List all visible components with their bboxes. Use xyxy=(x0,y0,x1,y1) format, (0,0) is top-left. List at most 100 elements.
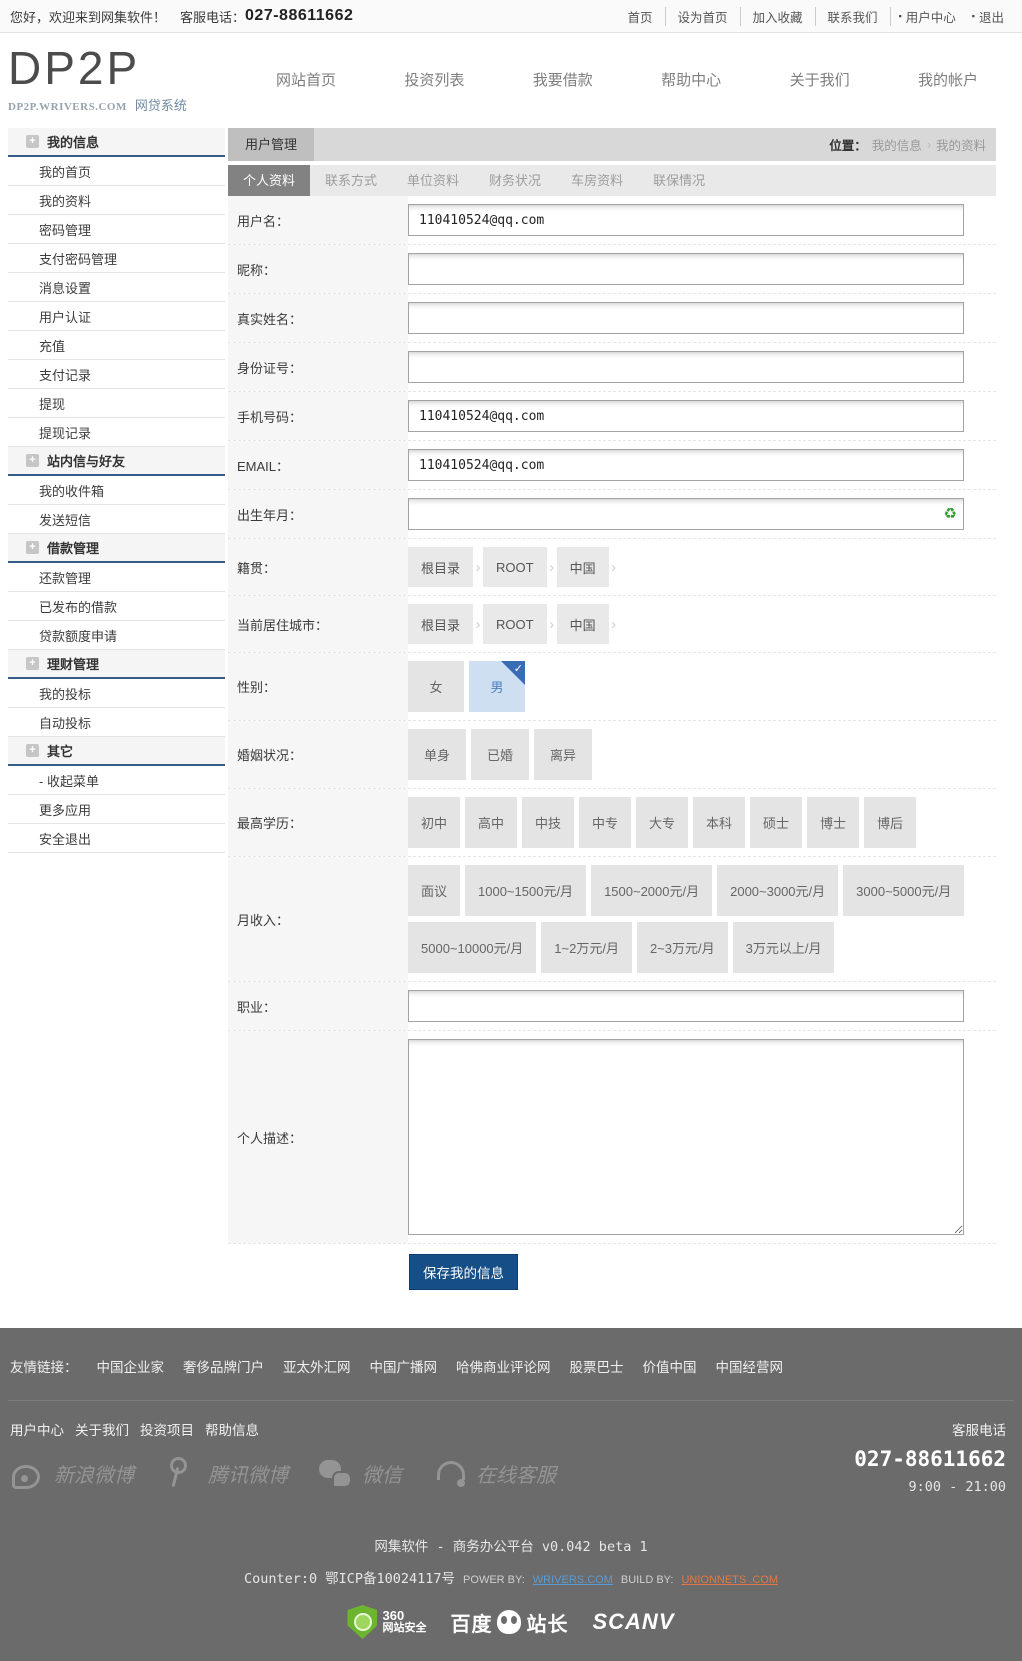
sidebar-item[interactable]: + 安全退出 xyxy=(8,824,225,853)
profile-tab[interactable]: 单位资料 xyxy=(392,165,474,196)
date-picker-icon[interactable]: ♻ xyxy=(944,507,957,522)
city-path-button[interactable]: ROOT xyxy=(483,604,547,644)
sidebar-item[interactable]: + 更多应用 xyxy=(8,795,225,824)
occupation-input[interactable] xyxy=(408,990,964,1022)
sidebar-item[interactable]: + 已发布的借款 xyxy=(8,592,225,621)
sidebar-item[interactable]: + 我的首页 xyxy=(8,157,225,186)
profile-tab[interactable]: 车房资料 xyxy=(556,165,638,196)
education-option[interactable]: 中技 xyxy=(522,797,574,848)
income-option[interactable]: 3000~5000元/月 xyxy=(843,865,964,916)
friend-link[interactable]: 哈佛商业评论网 xyxy=(456,1356,551,1376)
topbar-link[interactable]: 加入收藏 xyxy=(741,7,816,26)
education-option[interactable]: 本科 xyxy=(693,797,745,848)
sidebar-item[interactable]: + 提现记录 xyxy=(8,418,225,447)
social-link[interactable]: 腾讯微博 xyxy=(164,1455,288,1491)
save-button[interactable]: 保存我的信息 xyxy=(409,1254,518,1290)
sidebar-item[interactable]: + 发送短信 xyxy=(8,505,225,534)
profile-tab[interactable]: 财务状况 xyxy=(474,165,556,196)
friend-link[interactable]: 股票巴士 xyxy=(570,1356,624,1376)
nav-item[interactable]: 帮助中心 xyxy=(661,69,721,90)
nav-item[interactable]: 投资列表 xyxy=(404,69,464,90)
marital-option[interactable]: 单身 xyxy=(408,729,466,780)
sidebar-item[interactable]: + 用户认证 xyxy=(8,302,225,331)
realname-input[interactable] xyxy=(408,302,964,334)
topbar-link[interactable]: 首页 xyxy=(616,7,666,26)
sidebar-item[interactable]: + 我的资料 xyxy=(8,186,225,215)
social-link[interactable]: 新浪微博 xyxy=(10,1455,134,1491)
sidebar-item[interactable]: + 站内信与好友 xyxy=(8,447,225,476)
marital-option[interactable]: 离异 xyxy=(534,729,592,780)
power-by-link[interactable]: WRIVERS.COM xyxy=(533,1574,613,1586)
nav-item[interactable]: 网站首页 xyxy=(276,69,336,90)
topbar-link[interactable]: 联系我们 xyxy=(816,7,891,26)
city-path-button[interactable]: 中国 xyxy=(557,604,609,644)
sidebar-item[interactable]: + 贷款额度申请 xyxy=(8,621,225,650)
sidebar-item[interactable]: + 我的信息 xyxy=(8,128,225,157)
topbar-link[interactable]: 设为首页 xyxy=(666,7,741,26)
badge-baidu-zhanzhang[interactable]: 百度 站长 xyxy=(450,1608,568,1637)
sidebar-item[interactable]: + 其它 xyxy=(8,737,225,766)
income-option[interactable]: 1~2万元/月 xyxy=(541,922,632,973)
sidebar-item[interactable]: + - 收起菜单 xyxy=(8,766,225,795)
education-option[interactable]: 博后 xyxy=(864,797,916,848)
city-path-button[interactable]: 根目录 xyxy=(408,604,473,644)
income-option[interactable]: 2~3万元/月 xyxy=(637,922,728,973)
social-link[interactable]: 微信 xyxy=(318,1455,402,1491)
profile-tab[interactable]: 个人资料 xyxy=(228,165,310,196)
footer-nav-link[interactable]: 关于我们 xyxy=(75,1419,129,1439)
social-link[interactable]: 在线客服 xyxy=(432,1455,556,1491)
friend-link[interactable]: 亚太外汇网 xyxy=(283,1356,351,1376)
friend-link[interactable]: 中国经营网 xyxy=(716,1356,784,1376)
education-option[interactable]: 博士 xyxy=(807,797,859,848)
origin-path-button[interactable]: 根目录 xyxy=(408,547,473,587)
sidebar-item[interactable]: + 自动投标 xyxy=(8,708,225,737)
username-input[interactable] xyxy=(408,204,964,236)
mobile-input[interactable] xyxy=(408,400,964,432)
footer-nav-link[interactable]: 投资项目 xyxy=(140,1419,194,1439)
logo[interactable]: DP2P DP2P.WRIVERS.COM 网贷系统 xyxy=(8,44,246,113)
profile-tab[interactable]: 联保情况 xyxy=(638,165,720,196)
badge-360-security[interactable]: 360 网站安全 xyxy=(347,1605,426,1639)
origin-path-button[interactable]: ROOT xyxy=(483,547,547,587)
friend-link[interactable]: 价值中国 xyxy=(643,1356,697,1376)
nav-item[interactable]: 我要借款 xyxy=(533,69,593,90)
sidebar-item[interactable]: + 还款管理 xyxy=(8,563,225,592)
nav-item[interactable]: 关于我们 xyxy=(790,69,850,90)
email-input[interactable] xyxy=(408,449,964,481)
nickname-input[interactable] xyxy=(408,253,964,285)
sidebar-item[interactable]: + 密码管理 xyxy=(8,215,225,244)
description-textarea[interactable] xyxy=(408,1039,964,1235)
footer-nav-link[interactable]: 帮助信息 xyxy=(205,1419,259,1439)
breadcrumb-link[interactable]: 我的信息 xyxy=(872,135,922,154)
income-option[interactable]: 5000~10000元/月 xyxy=(408,922,536,973)
education-option[interactable]: 大专 xyxy=(636,797,688,848)
marital-option[interactable]: 已婚 xyxy=(471,729,529,780)
topbar-user-link[interactable]: ▪ 退出 xyxy=(964,7,1012,26)
topbar-user-link[interactable]: ▪ 用户中心 xyxy=(891,7,964,26)
footer-nav-link[interactable]: 用户中心 xyxy=(10,1419,64,1439)
sidebar-item[interactable]: + 我的收件箱 xyxy=(8,476,225,505)
nav-item[interactable]: 我的帐户 xyxy=(918,69,978,90)
income-option[interactable]: 面议 xyxy=(408,865,460,916)
gender-option[interactable]: 男 ✓ xyxy=(469,661,525,712)
education-option[interactable]: 初中 xyxy=(408,797,460,848)
income-option[interactable]: 3万元以上/月 xyxy=(733,922,835,973)
origin-path-button[interactable]: 中国 xyxy=(557,547,609,587)
sidebar-item[interactable]: + 消息设置 xyxy=(8,273,225,302)
friend-link[interactable]: 奢侈品牌门户 xyxy=(183,1356,264,1376)
education-option[interactable]: 高中 xyxy=(465,797,517,848)
income-option[interactable]: 1500~2000元/月 xyxy=(591,865,712,916)
badge-scanv[interactable]: SCANV xyxy=(592,1609,674,1635)
sidebar-item[interactable]: + 理财管理 xyxy=(8,650,225,679)
sidebar-item[interactable]: + 我的投标 xyxy=(8,679,225,708)
birth-input[interactable] xyxy=(408,498,964,530)
friend-link[interactable]: 中国企业家 xyxy=(97,1356,165,1376)
income-option[interactable]: 2000~3000元/月 xyxy=(717,865,838,916)
gender-option[interactable]: 女 ✓ xyxy=(408,661,464,712)
sidebar-item[interactable]: + 借款管理 xyxy=(8,534,225,563)
idcard-input[interactable] xyxy=(408,351,964,383)
sidebar-item[interactable]: + 充值 xyxy=(8,331,225,360)
build-by-link[interactable]: UNIONNETS .COM xyxy=(681,1574,778,1586)
sidebar-item[interactable]: + 支付密码管理 xyxy=(8,244,225,273)
education-option[interactable]: 中专 xyxy=(579,797,631,848)
